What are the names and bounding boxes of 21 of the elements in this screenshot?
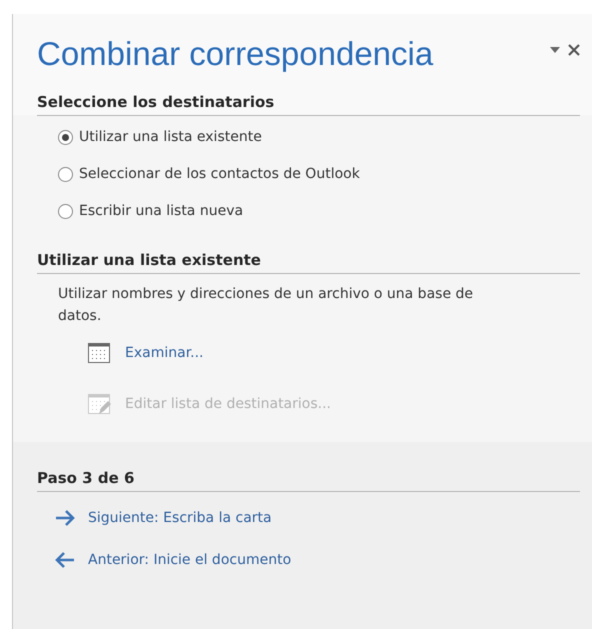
action-link: Editar lista de destinatarios... xyxy=(125,395,331,413)
section-heading: Paso 3 de 6 xyxy=(37,468,580,492)
right-arrow-icon[interactable] xyxy=(55,508,75,528)
option-label[interactable]: Seleccionar de los contactos de Outlook xyxy=(79,165,360,183)
radio-button[interactable] xyxy=(58,166,73,182)
radio-button[interactable] xyxy=(58,130,73,144)
close-icon[interactable] xyxy=(568,44,580,56)
description-text: Utilizar nombres y direcciones de un archivo o una base de datos. xyxy=(57,285,474,326)
section-heading: Utilizar una lista existente xyxy=(37,250,580,274)
radio-button[interactable] xyxy=(58,204,73,218)
action-link[interactable]: Examinar... xyxy=(125,344,204,362)
option-label[interactable]: Utilizar una lista existente xyxy=(79,128,262,146)
step-link[interactable]: Siguiente: Escriba la carta xyxy=(88,509,272,527)
edit-list-icon xyxy=(87,392,111,416)
table-icon[interactable] xyxy=(87,341,111,365)
option-label[interactable]: Escribir una lista nueva xyxy=(79,202,244,220)
dropdown-icon[interactable] xyxy=(550,47,560,53)
step-link[interactable]: Anterior: Inicie el documento xyxy=(88,551,292,569)
left-arrow-icon[interactable] xyxy=(55,550,75,570)
pane-title: Combinar correspondencia xyxy=(37,34,434,74)
section-heading: Seleccione los destinatarios xyxy=(37,92,276,113)
